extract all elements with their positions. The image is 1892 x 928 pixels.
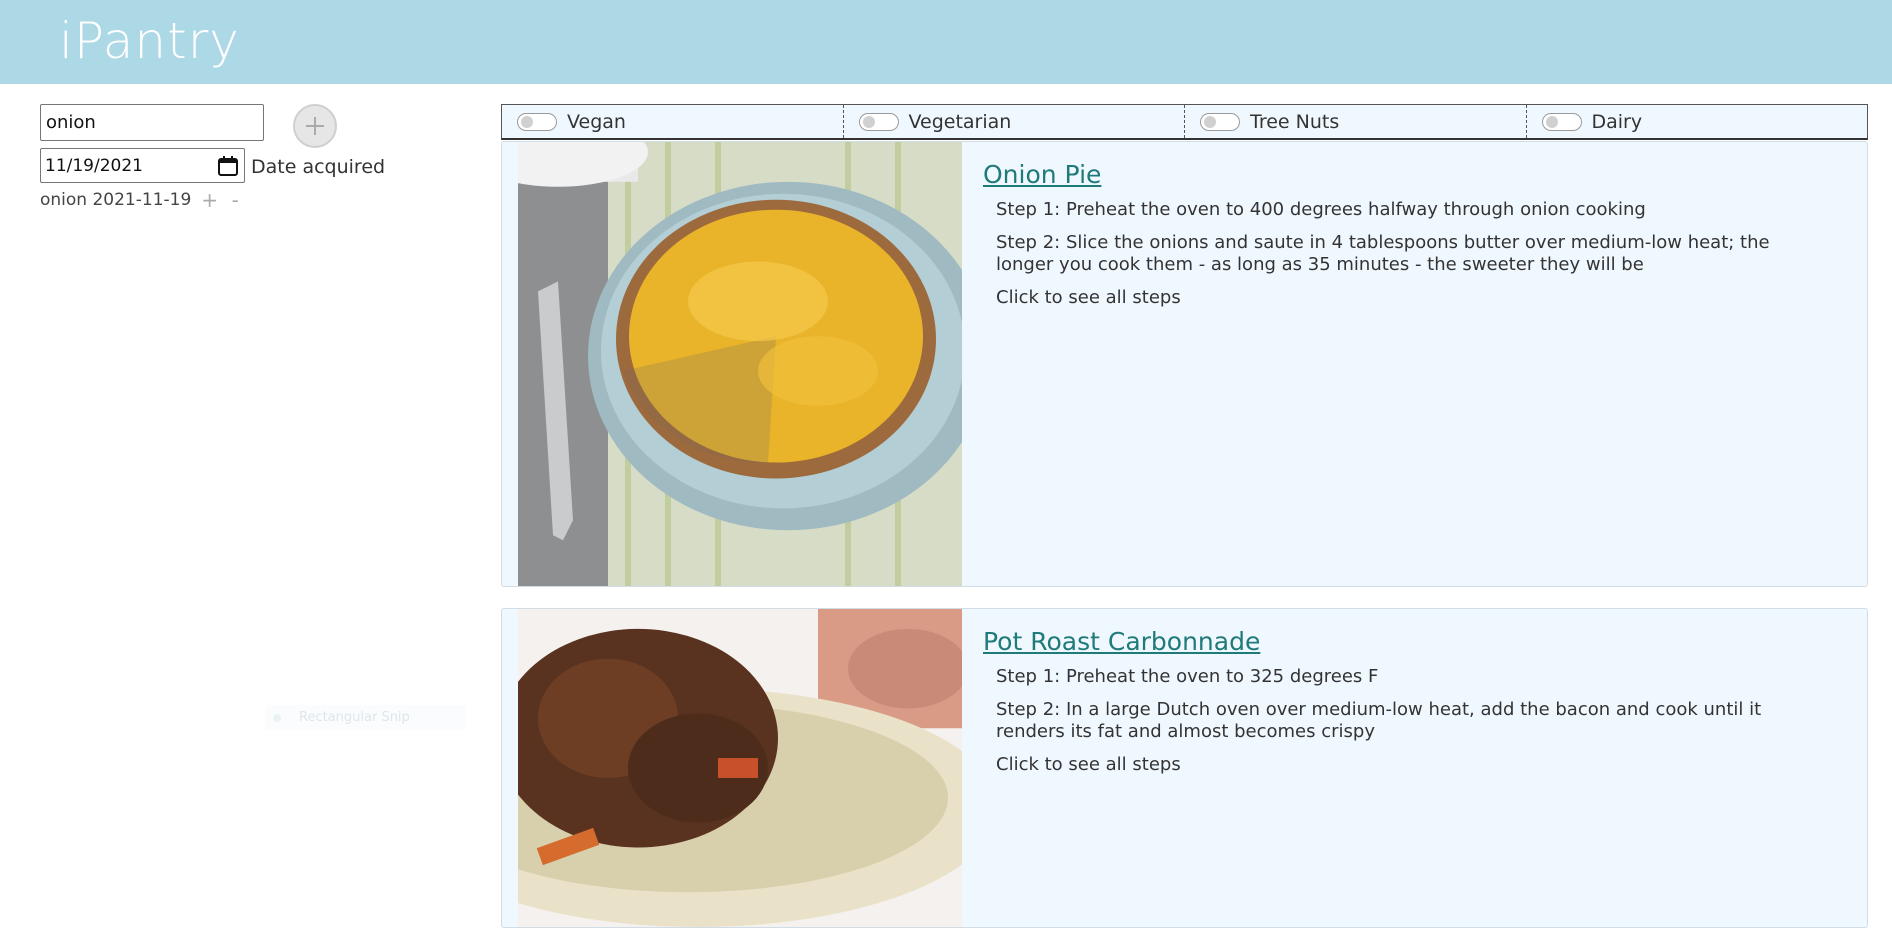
recipe-title-link[interactable]: Onion Pie [983, 160, 1101, 189]
add-ingredient-button[interactable] [293, 104, 337, 148]
tree-nuts-toggle[interactable] [1200, 112, 1240, 131]
vegan-toggle[interactable] [517, 112, 557, 131]
date-acquired-label: Date acquired [251, 156, 386, 178]
filter-label: Dairy [1591, 110, 1643, 133]
pantry-item: onion 2021-11-19 + - [40, 188, 243, 212]
recipe-step: Step 1: Preheat the oven to 325 degrees … [996, 666, 1379, 687]
recipe-step: Step 2: Slice the onions and saute in 4 … [996, 232, 1770, 275]
recipe-body: Onion Pie Step 1: Preheat the oven to 40… [983, 160, 1823, 308]
filter-vegan[interactable]: Vegan [502, 105, 844, 138]
see-all-steps-link[interactable]: Click to see all steps [996, 754, 1823, 775]
recipe-card: Pot Roast Carbonnade Step 1: Preheat the… [501, 608, 1868, 928]
snip-tooltip-text: Rectangular Snip [299, 710, 410, 725]
dietary-filter-bar: Vegan Vegetarian Tree Nuts Dairy [501, 104, 1868, 140]
ingredient-input[interactable] [40, 104, 264, 141]
date-acquired-input[interactable]: 11/19/2021 [40, 148, 245, 183]
recipe-body: Pot Roast Carbonnade Step 1: Preheat the… [983, 627, 1823, 775]
pantry-item-label: onion 2021-11-19 [40, 190, 192, 210]
recipe-title-link[interactable]: Pot Roast Carbonnade [983, 627, 1260, 656]
recipe-step: Step 2: In a large Dutch oven over mediu… [996, 699, 1762, 742]
date-value: 11/19/2021 [45, 156, 143, 176]
filter-label: Vegan [567, 110, 626, 133]
recipe-step: Step 1: Preheat the oven to 400 degrees … [996, 199, 1646, 220]
increase-item-button[interactable]: + [201, 188, 218, 212]
decrease-item-button[interactable]: - [227, 188, 243, 212]
vegetarian-toggle[interactable] [858, 112, 899, 131]
filter-tree-nuts[interactable]: Tree Nuts [1185, 105, 1527, 138]
app-title: iPantry [59, 12, 240, 70]
filter-label: Vegetarian [908, 110, 1012, 133]
snip-icon [273, 713, 281, 722]
filter-vegetarian[interactable]: Vegetarian [844, 105, 1185, 138]
app-header: iPantry [0, 0, 1892, 84]
recipe-card: Onion Pie Step 1: Preheat the oven to 40… [501, 141, 1868, 587]
dairy-toggle[interactable] [1541, 112, 1582, 131]
pot-roast-photo [518, 609, 962, 927]
filter-label: Tree Nuts [1250, 110, 1340, 133]
see-all-steps-link[interactable]: Click to see all steps [996, 287, 1823, 308]
plus-icon [306, 117, 324, 135]
snip-tooltip: Rectangular Snip [265, 705, 466, 730]
onion-pie-photo [518, 142, 962, 586]
filter-dairy[interactable]: Dairy [1527, 105, 1868, 138]
calendar-icon[interactable] [217, 155, 239, 177]
